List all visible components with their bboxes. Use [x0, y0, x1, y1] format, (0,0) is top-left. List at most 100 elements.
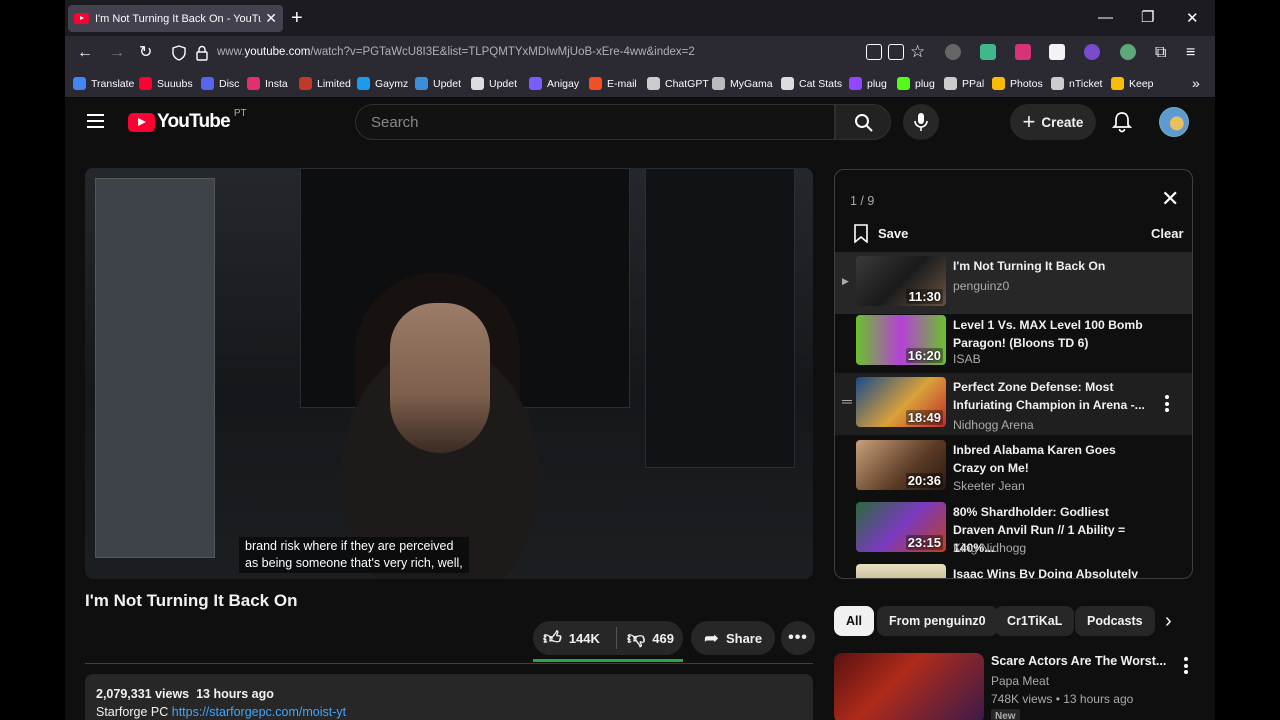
video-player[interactable]: brand risk where if they are perceived a… [85, 168, 813, 579]
bookmark-item[interactable]: ChatGPT [647, 77, 709, 90]
chip-cr1tikal[interactable]: Cr1TiKaL [995, 606, 1075, 636]
background-claw-machine [95, 178, 215, 558]
description-link[interactable]: https://starforgepc.com/moist-yt [172, 705, 346, 719]
bookmark-favicon-icon [415, 77, 428, 90]
bookmark-label: Insta [265, 77, 288, 90]
chip-podcasts[interactable]: Podcasts [1075, 606, 1155, 636]
mic-extension-icon[interactable] [1015, 44, 1031, 60]
reload-icon[interactable]: ↻ [139, 43, 152, 63]
mask-extension-icon[interactable] [1120, 44, 1136, 60]
bookmark-star-icon[interactable]: ☆ [910, 42, 925, 62]
like-button[interactable]: 👍︎ 144K [533, 627, 617, 649]
playlist-item[interactable]: Isaac Wins By Doing Absolutely [835, 560, 1192, 579]
close-tab-icon[interactable]: ✕ [265, 10, 277, 27]
bookmark-item[interactable]: Gaymz [357, 77, 408, 90]
tab-youtube[interactable]: I'm Not Turning It Back On - YouTube ✕ [68, 5, 283, 32]
back-icon[interactable]: ← [77, 43, 93, 63]
lock-icon[interactable] [195, 45, 209, 61]
clear-playlist-button[interactable]: Clear [1151, 226, 1184, 241]
bookmark-item[interactable]: Limited [299, 77, 351, 90]
playlist-thumbnail: 16:20 [856, 315, 946, 365]
search-button[interactable] [835, 104, 891, 140]
bookmark-item[interactable]: Disc [201, 77, 239, 90]
bookmark-item[interactable]: E-mail [589, 77, 637, 90]
bookmark-label: Photos [1010, 77, 1043, 90]
bookmark-label: MyGama [730, 77, 773, 90]
new-tab-icon[interactable]: + [291, 7, 303, 29]
dislike-button[interactable]: 👎︎ 469 [617, 627, 674, 649]
playlist-item-title: I'm Not Turning It Back On [953, 259, 1106, 273]
view-count: 2,079,331 views [96, 687, 190, 701]
chip-from-channel[interactable]: From penguinz0 [877, 606, 998, 636]
close-window-icon[interactable]: ✕ [1186, 9, 1199, 27]
create-button[interactable]: + Create [1010, 104, 1096, 140]
more-vertical-icon[interactable] [1184, 657, 1188, 677]
color-extension-icon[interactable] [1084, 44, 1100, 60]
url-bar[interactable]: www.youtube.com/watch?v=PGTaWcU8I3E&list… [167, 40, 937, 67]
bookmark-favicon-icon [944, 77, 957, 90]
bookmark-item[interactable]: MyGama [712, 77, 773, 90]
bookmark-icon [854, 224, 868, 243]
new-badge: New [991, 709, 1020, 720]
bookmark-label: plug [915, 77, 935, 90]
forward-icon[interactable]: → [109, 43, 125, 63]
bookmark-item[interactable]: Updet [415, 77, 461, 90]
description-box[interactable]: 2,079,331 views 13 hours ago Starforge P… [85, 674, 813, 720]
more-actions-button[interactable]: ••• [781, 621, 815, 655]
notifications-bell-icon[interactable] [1112, 111, 1132, 133]
bookmark-item[interactable]: Photos [992, 77, 1043, 90]
bookmark-item[interactable]: Keep [1111, 77, 1154, 90]
playlist-item[interactable]: 20:36 Inbred Alabama Karen Goes Crazy on… [835, 436, 1192, 498]
guide-menu-icon[interactable] [87, 114, 104, 128]
app-menu-icon[interactable]: ≡ [1186, 43, 1195, 63]
bookmark-favicon-icon [1051, 77, 1064, 90]
bookmarks-overflow-icon[interactable]: » [1192, 75, 1200, 91]
save-label: Save [878, 226, 909, 241]
extensions-icon[interactable]: ⧉ [1155, 43, 1166, 63]
playlist-item[interactable]: 16:20 Level 1 Vs. MAX Level 100 Bomb Par… [835, 311, 1192, 373]
playlist-item[interactable]: ═ 18:49 Perfect Zone Defense: Most Infur… [835, 373, 1192, 435]
duration-badge: 23:15 [905, 535, 943, 550]
restore-icon[interactable]: ❐ [1141, 8, 1154, 26]
bookmark-item[interactable]: Updet [471, 77, 517, 90]
recommended-title[interactable]: Scare Actors Are The Worst... [991, 654, 1166, 668]
drag-handle-icon[interactable]: ═ [842, 393, 852, 409]
bookmark-item[interactable]: plug [897, 77, 935, 90]
music-extension-icon[interactable] [980, 44, 996, 60]
chevron-right-icon[interactable]: › [1165, 610, 1172, 633]
bookmark-item[interactable]: plug [849, 77, 887, 90]
bookmark-label: plug [867, 77, 887, 90]
bookmark-item[interactable]: Cat Stats [781, 77, 842, 90]
more-vertical-icon[interactable] [1165, 395, 1169, 415]
youtube-logo[interactable]: YouTube PT [128, 108, 247, 133]
bookmark-item[interactable]: Suuubs [139, 77, 193, 90]
recommended-channel[interactable]: Papa Meat [991, 674, 1049, 688]
bookmark-item[interactable]: Insta [247, 77, 288, 90]
bookmark-item[interactable]: Translate [73, 77, 134, 90]
bookmark-item[interactable]: nTicket [1051, 77, 1102, 90]
playlist-item[interactable]: ▶ 11:30 I'm Not Turning It Back On pengu… [835, 252, 1192, 314]
picture-icon[interactable] [866, 44, 882, 60]
chip-all[interactable]: All [834, 606, 874, 636]
bookmark-label: Translate [91, 77, 135, 90]
reader-icon[interactable] [888, 44, 904, 60]
bookmark-label: Anigay [547, 77, 580, 90]
playlist-item[interactable]: 23:15 80% Shardholder: Godliest Draven A… [835, 498, 1192, 560]
account-avatar[interactable] [1159, 107, 1189, 137]
search-input[interactable]: Search [355, 104, 835, 140]
voice-search-button[interactable] [903, 104, 939, 140]
playlist-position: 1 / 9 [850, 194, 875, 208]
save-playlist-button[interactable]: Save [853, 224, 908, 243]
shield-icon[interactable] [171, 45, 187, 61]
recommended-thumbnail[interactable] [834, 653, 984, 720]
bookmark-item[interactable]: PPal [944, 77, 984, 90]
bookmark-item[interactable]: Anigay [529, 77, 579, 90]
bookmark-label: Updet [489, 77, 518, 90]
minimize-icon[interactable]: — [1098, 9, 1113, 26]
playlist-item-title: Isaac Wins By Doing Absolutely [953, 567, 1138, 579]
share-button[interactable]: ➦ Share [691, 621, 775, 655]
notes-extension-icon[interactable] [1049, 44, 1065, 60]
volume-icon[interactable] [945, 44, 961, 60]
close-playlist-icon[interactable]: ✕ [1161, 188, 1179, 210]
url-text[interactable]: www.youtube.com/watch?v=PGTaWcU8I3E&list… [217, 46, 695, 58]
